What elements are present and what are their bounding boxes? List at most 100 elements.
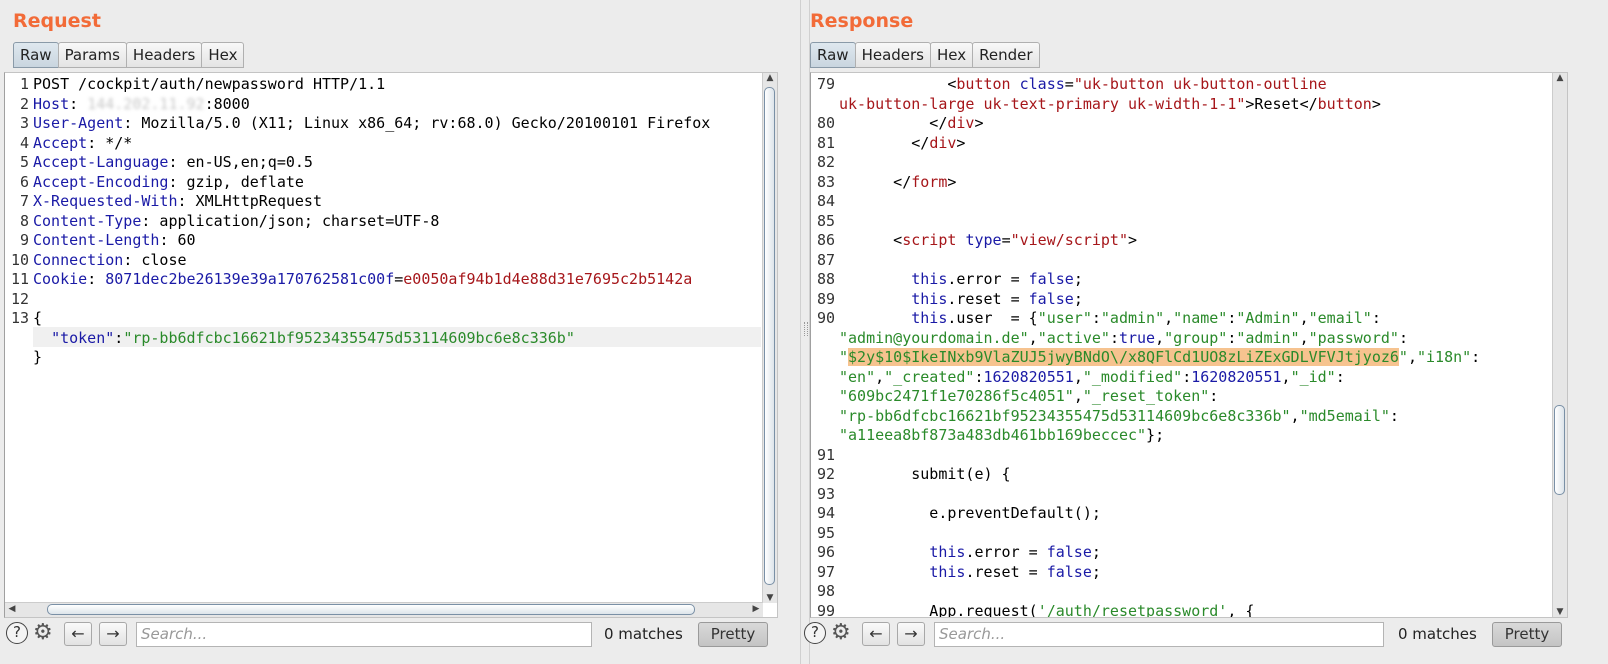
line-number: 79 (816, 75, 835, 93)
scroll-up-icon[interactable]: ▲ (1553, 73, 1567, 83)
code-line[interactable]: ​ (839, 251, 1480, 271)
code-line[interactable]: App.request('/auth/resetpassword', { (839, 602, 1480, 618)
line-number: 98 (816, 582, 835, 600)
code-line[interactable]: ​ (839, 446, 1480, 466)
code-line[interactable]: Connection: close (33, 251, 710, 271)
code-line[interactable]: Host: 144.202.11.92:8000 (33, 95, 710, 115)
splitter-grip[interactable] (804, 322, 808, 336)
next-match-button[interactable]: → (99, 622, 127, 646)
code-line[interactable]: </div> (839, 134, 1480, 154)
code-line[interactable]: <script type="view/script"> (839, 231, 1480, 251)
next-match-button[interactable]: → (897, 622, 925, 646)
code-line[interactable]: </div> (839, 114, 1480, 134)
code-token: >Reset</ (1245, 94, 1318, 113)
request-vertical-scrollbar[interactable]: ▲ ▼ (762, 73, 777, 603)
code-line[interactable]: Content-Type: application/json; charset=… (33, 212, 710, 232)
gear-icon[interactable]: ⚙ (33, 621, 53, 645)
code-line[interactable]: this.error = false; (839, 543, 1480, 563)
response-vertical-scrollbar[interactable]: ▲ ▼ (1552, 73, 1567, 617)
response-tab-render[interactable]: Render (972, 42, 1040, 68)
code-line[interactable]: ​ (839, 524, 1480, 544)
request-search-input[interactable]: Search... (136, 622, 592, 647)
scroll-up-icon[interactable]: ▲ (763, 73, 777, 83)
code-token: "token" (51, 328, 115, 347)
scroll-right-icon[interactable]: ▶ (749, 604, 763, 614)
response-pretty-button[interactable]: Pretty (1492, 622, 1562, 647)
code-line[interactable]: e.preventDefault(); (839, 504, 1480, 524)
code-line[interactable]: ​ (839, 212, 1480, 232)
code-token: , (1407, 348, 1417, 366)
code-line[interactable]: X-Requested-With: XMLHttpRequest (33, 192, 710, 212)
code-line[interactable]: ​ (839, 192, 1480, 212)
code-token: this (911, 309, 948, 327)
gear-icon[interactable]: ⚙ (831, 621, 851, 645)
request-tab-hex[interactable]: Hex (201, 42, 245, 68)
code-line[interactable]: "rp-bb6dfcbc16621bf95234355475d53114609b… (839, 407, 1480, 427)
code-line[interactable]: ​ (33, 290, 710, 310)
request-tab-headers[interactable]: Headers (125, 42, 203, 68)
pane-splitter[interactable] (800, 0, 810, 664)
code-line[interactable]: "en","_created":1620820551,"_modified":1… (839, 368, 1480, 388)
response-tab-headers[interactable]: Headers (854, 42, 931, 68)
code-line[interactable]: } (33, 348, 710, 368)
code-line[interactable]: uk-button-large uk-text-primary uk-width… (839, 95, 1480, 115)
code-line[interactable]: { (33, 309, 710, 329)
request-editor[interactable]: 1 2 3 4 5 6 7 8 9 10 11 12 13 POST /cockpit/auth/new… (4, 72, 778, 618)
code-line[interactable]: "a11eea8bf873a483db461bb169beccec"}; (839, 426, 1480, 446)
code-line[interactable]: "609bc2471f1e70286f5c4051","_reset_token… (839, 387, 1480, 407)
request-tab-params[interactable]: Params (57, 42, 127, 68)
code-line[interactable]: ​ (839, 582, 1480, 602)
code-line[interactable]: </form> (839, 173, 1480, 193)
scroll-left-icon[interactable]: ◀ (5, 604, 19, 614)
line-number: 81 (816, 133, 835, 152)
code-line[interactable]: this.user = {"user":"admin","name":"Admi… (839, 309, 1480, 329)
code-line[interactable]: Content-Length: 60 (33, 231, 710, 251)
code-line[interactable]: "token":"rp-bb6dfcbc16621bf95234355475d5… (33, 329, 710, 349)
code-line[interactable]: Accept-Language: en-US,en;q=0.5 (33, 153, 710, 173)
code-token: "rp-bb6dfcbc16621bf95234355475d53114609b… (839, 406, 1291, 425)
request-tab-raw[interactable]: Raw (13, 42, 59, 68)
response-search-input[interactable]: Search... (934, 622, 1384, 647)
previous-match-button[interactable]: ← (862, 622, 890, 646)
code-line[interactable]: Accept: */* (33, 134, 710, 154)
code-line[interactable]: "$2y$10$IkeINxb9VlaZUJ5jwyBNdO\/x8QFlCd1… (839, 348, 1480, 368)
scroll-down-icon[interactable]: ▼ (1553, 607, 1567, 617)
code-line[interactable]: <button class="uk-button uk-button-outli… (839, 75, 1480, 95)
response-tab-hex[interactable]: Hex (930, 42, 974, 68)
response-vscroll-thumb[interactable] (1554, 405, 1565, 495)
code-line[interactable]: Accept-Encoding: gzip, deflate (33, 173, 710, 193)
scroll-down-icon[interactable]: ▼ (763, 593, 777, 603)
response-pane: Response Raw Headers Hex Render 79 80 81 82… (804, 0, 1608, 664)
code-line[interactable]: Cookie: 8071dec2be26139e39a170762581c00f… (33, 270, 710, 290)
code-line[interactable]: this.reset = false; (839, 290, 1480, 310)
code-token: , (1281, 367, 1291, 386)
previous-match-button[interactable]: ← (64, 622, 92, 646)
code-line[interactable]: ​ (839, 485, 1480, 505)
code-line[interactable]: ​ (839, 153, 1480, 173)
code-line[interactable]: this.error = false; (839, 270, 1480, 290)
code-token: type (965, 231, 1002, 249)
response-tab-raw[interactable]: Raw (810, 42, 856, 68)
request-horizontal-scrollbar[interactable]: ◀ ▶ (5, 602, 763, 617)
code-line[interactable]: POST /cockpit/auth/newpassword HTTP/1.1 (33, 75, 710, 95)
request-vscroll-thumb[interactable] (764, 87, 775, 585)
code-token: : (69, 94, 88, 113)
request-code[interactable]: POST /cockpit/auth/newpassword HTTP/1.1 H… (33, 75, 710, 368)
request-pretty-button[interactable]: Pretty (698, 622, 768, 647)
code-line[interactable]: "admin@yourdomain.de","active":true,"gro… (839, 329, 1480, 349)
code-line[interactable]: User-Agent: Mozilla/5.0 (X11; Linux x86_… (33, 114, 710, 134)
line-number: 1 (19, 75, 29, 93)
code-line[interactable]: submit(e) { (839, 465, 1480, 485)
code-line[interactable]: this.reset = false; (839, 563, 1480, 583)
help-icon[interactable]: ? (804, 622, 826, 644)
code-token: { (33, 309, 43, 327)
line-number: 85 (816, 211, 835, 230)
request-hscroll-thumb[interactable] (47, 604, 695, 615)
line-number: 89 (816, 289, 835, 308)
response-code[interactable]: <button class="uk-button uk-button-outli… (839, 75, 1480, 618)
code-token: , (1073, 387, 1083, 405)
line-number: 95 (816, 523, 835, 542)
response-editor[interactable]: 79 80 81 82 83 84 85 86 87 88 89 90 91 92 93 94 95 96 97 98… (810, 72, 1568, 618)
help-icon[interactable]: ? (6, 622, 28, 644)
